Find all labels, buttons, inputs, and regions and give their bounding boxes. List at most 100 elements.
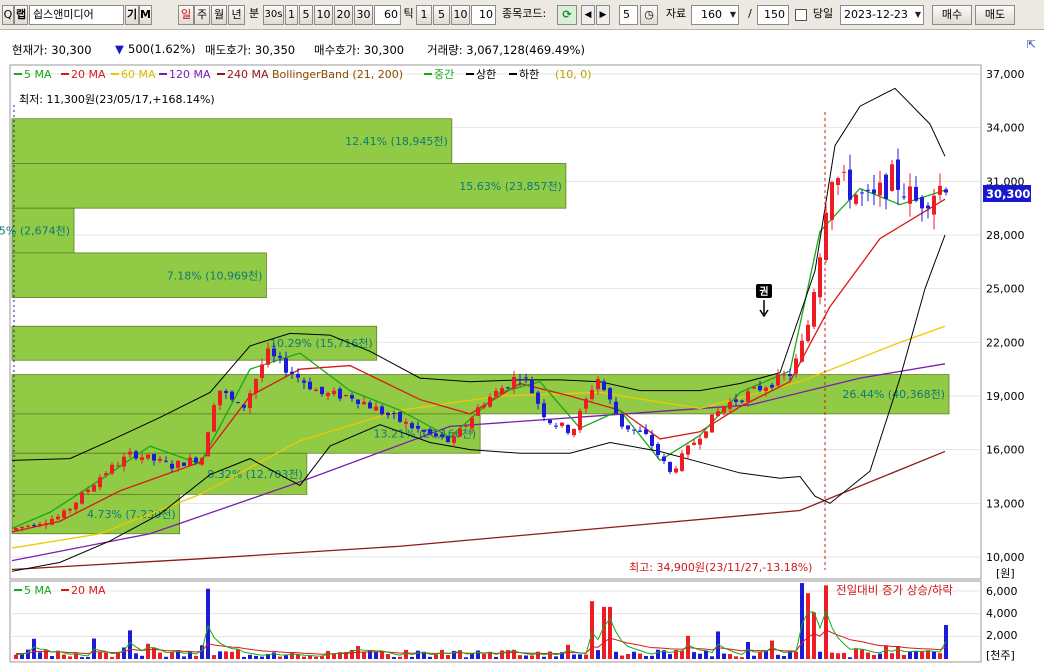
candle-body (398, 412, 402, 422)
stock-name-input[interactable]: 쉽스앤미디어 (29, 5, 124, 25)
volume-bar (374, 651, 378, 659)
volume-bar (170, 651, 174, 659)
today-checkbox[interactable] (795, 9, 807, 21)
minute-5-button[interactable]: 5 (299, 5, 313, 25)
today-label: 당일 (812, 7, 834, 20)
volume-bar (734, 656, 738, 659)
tick-label: 틱 (403, 7, 414, 20)
candle-body (536, 392, 540, 404)
candle-body (278, 355, 282, 358)
volume-bar (212, 655, 216, 659)
minute-10-button[interactable]: 10 (314, 5, 333, 25)
volume-bar (806, 593, 810, 659)
candle-body (674, 468, 678, 473)
candle-body (890, 164, 894, 191)
date-select[interactable]: 2023-12-23 (840, 5, 924, 25)
period-day-button[interactable]: 일 (178, 5, 194, 25)
buy-button[interactable]: 매수 (932, 5, 972, 25)
seconds-30-button[interactable]: 30s (263, 5, 284, 25)
candle-body (716, 411, 720, 417)
legend-ma240: 240 MA (227, 68, 269, 81)
candle-body (428, 429, 432, 434)
candle-body (344, 394, 348, 397)
rights-label: 권 (759, 286, 768, 298)
candle-body (128, 451, 132, 455)
minute-20-button[interactable]: 20 (334, 5, 353, 25)
candle-body (602, 381, 606, 390)
minute-1-button[interactable]: 1 (285, 5, 298, 25)
vol-tick-4000: 4,000 (986, 607, 1018, 620)
candle-body (776, 374, 780, 386)
tick-5-button[interactable]: 5 (433, 5, 450, 25)
volume-bar (224, 651, 228, 659)
code-search-label: 종목코드: (502, 7, 547, 20)
vol-legend-ma20: 20 MA (71, 584, 106, 597)
volume-profile-label: 7.18% (10,969천) (167, 268, 263, 282)
price-tick-label: 13,000 (986, 497, 1025, 510)
current-price-axis-label: 30,300 (986, 187, 1030, 201)
candle-body (74, 502, 78, 510)
volume-panel-title: 전일대비 증가 상승/하락 (836, 583, 953, 597)
sell-button[interactable]: 매도 (975, 5, 1015, 25)
step-input[interactable]: 5 (619, 5, 638, 25)
volume-bar (728, 654, 732, 659)
volume-bar (14, 654, 18, 659)
volume-bar (194, 655, 198, 659)
info-button[interactable]: 기 (125, 5, 139, 25)
candle-body (314, 389, 318, 392)
volume-bar (524, 655, 528, 659)
candle-body (332, 390, 336, 395)
candle-body (380, 406, 384, 415)
candle-body (212, 405, 216, 432)
period-week-button[interactable]: 주 (194, 5, 210, 25)
candle-body (158, 458, 162, 461)
candle-body (650, 435, 654, 446)
candle-body (848, 169, 852, 200)
volume-bar (206, 588, 210, 659)
page-total-input[interactable]: 150 (757, 5, 789, 25)
candle-body (218, 390, 222, 406)
candle-body (230, 391, 234, 400)
vol-legend-ma5: 5 MA (24, 584, 52, 597)
clock-icon[interactable]: ◷ (640, 5, 658, 25)
candle-body (944, 189, 948, 193)
memo-button[interactable]: M (139, 5, 152, 25)
candle-body (932, 195, 936, 215)
code-button[interactable]: 랩 (14, 5, 28, 25)
candle-body (710, 414, 714, 433)
expand-icon[interactable]: ⇱ (1027, 38, 1036, 51)
candle-body (638, 430, 642, 432)
legend-ma20: 20 MA (71, 68, 106, 81)
tick-custom-input[interactable]: 10 (471, 5, 496, 25)
minute-custom-input[interactable]: 60 (374, 5, 401, 25)
candle-body (194, 457, 198, 463)
refresh-icon[interactable]: ⟳ (557, 5, 577, 25)
period-month-button[interactable]: 월 (211, 5, 227, 25)
price-tick-label: 16,000 (986, 444, 1025, 457)
volume-profile-label: 10.29% (15,716천) (270, 336, 373, 350)
tick-1-button[interactable]: 1 (416, 5, 432, 25)
prev-icon[interactable]: ◀ (581, 5, 595, 25)
volume-bar (596, 650, 600, 659)
volume-bar (500, 650, 504, 659)
candle-body (740, 400, 744, 402)
candle-body (728, 402, 732, 409)
next-icon[interactable]: ▶ (596, 5, 610, 25)
minute-label: 분 (248, 7, 260, 20)
minute-30-button[interactable]: 30 (354, 5, 373, 25)
search-icon[interactable]: Q (2, 5, 14, 25)
price-info-bar: 현재가: 30,300 ▼ 500(1.62%) 매도호가: 30,350 매수… (0, 38, 1044, 60)
candle-body (470, 417, 474, 429)
candle-body (884, 174, 888, 199)
period-year-button[interactable]: 년 (228, 5, 245, 25)
candle-body (518, 379, 522, 381)
volume-bar (242, 656, 246, 659)
data-count-select[interactable]: 160 (691, 5, 739, 25)
candle-body (506, 387, 510, 389)
tick-10-button[interactable]: 10 (451, 5, 470, 25)
volume-bar (110, 657, 114, 659)
volume-bar (926, 650, 930, 659)
candle-body (698, 438, 702, 445)
volume-bar (446, 655, 450, 659)
price-tick-label: 28,000 (986, 229, 1025, 242)
